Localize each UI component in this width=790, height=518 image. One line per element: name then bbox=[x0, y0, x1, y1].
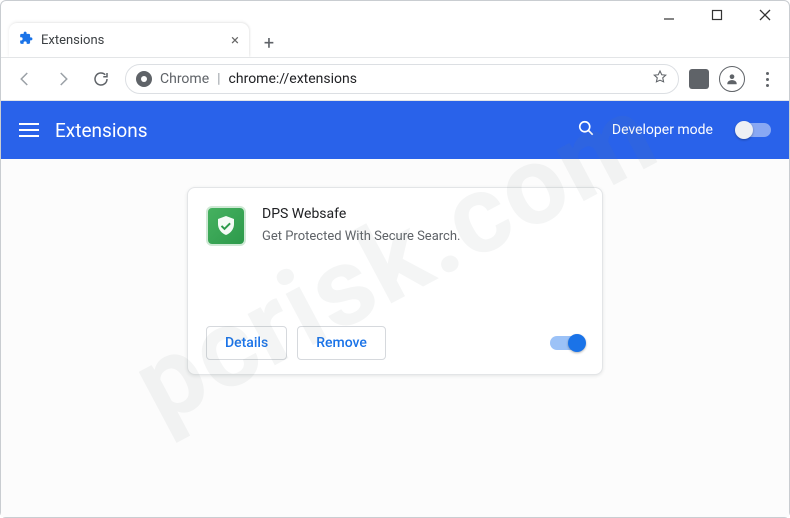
window-titlebar bbox=[1, 1, 789, 21]
extension-card: DPS Websafe Get Protected With Secure Se… bbox=[187, 187, 603, 375]
chrome-icon bbox=[136, 71, 152, 87]
tab-title: Extensions bbox=[41, 33, 104, 48]
extension-toolbar-icon[interactable] bbox=[689, 69, 709, 89]
forward-button[interactable] bbox=[49, 65, 77, 93]
details-button[interactable]: Details bbox=[206, 326, 287, 360]
reload-button[interactable] bbox=[87, 65, 115, 93]
extension-description: Get Protected With Secure Search. bbox=[262, 228, 584, 246]
tab-strip: Extensions × + bbox=[1, 21, 789, 57]
browser-tab[interactable]: Extensions × bbox=[9, 23, 249, 57]
hamburger-menu-icon[interactable] bbox=[19, 123, 39, 137]
extension-name: DPS Websafe bbox=[262, 206, 584, 222]
back-button[interactable] bbox=[11, 65, 39, 93]
browser-toolbar: Chrome | chrome://extensions bbox=[1, 57, 789, 101]
page-title: Extensions bbox=[55, 119, 148, 142]
omnibox-url: chrome://extensions bbox=[229, 71, 357, 87]
search-icon[interactable] bbox=[576, 118, 596, 142]
omnibox-origin: Chrome bbox=[160, 71, 209, 87]
puzzle-icon bbox=[19, 31, 33, 49]
extension-enable-toggle[interactable] bbox=[550, 336, 584, 350]
bookmark-star-icon[interactable] bbox=[652, 69, 668, 89]
kebab-menu-icon[interactable] bbox=[755, 72, 779, 87]
profile-avatar[interactable] bbox=[719, 66, 745, 92]
close-tab-icon[interactable]: × bbox=[231, 31, 239, 49]
developer-mode-toggle[interactable] bbox=[737, 123, 771, 137]
remove-button[interactable]: Remove bbox=[297, 326, 386, 360]
extensions-header: Extensions Developer mode bbox=[1, 101, 789, 159]
content-area: DPS Websafe Get Protected With Secure Se… bbox=[1, 159, 789, 517]
address-bar[interactable]: Chrome | chrome://extensions bbox=[125, 64, 679, 94]
extension-shield-icon bbox=[206, 206, 246, 246]
new-tab-button[interactable]: + bbox=[255, 29, 283, 57]
omnibox-separator: | bbox=[217, 71, 220, 87]
developer-mode-label: Developer mode bbox=[612, 122, 713, 138]
